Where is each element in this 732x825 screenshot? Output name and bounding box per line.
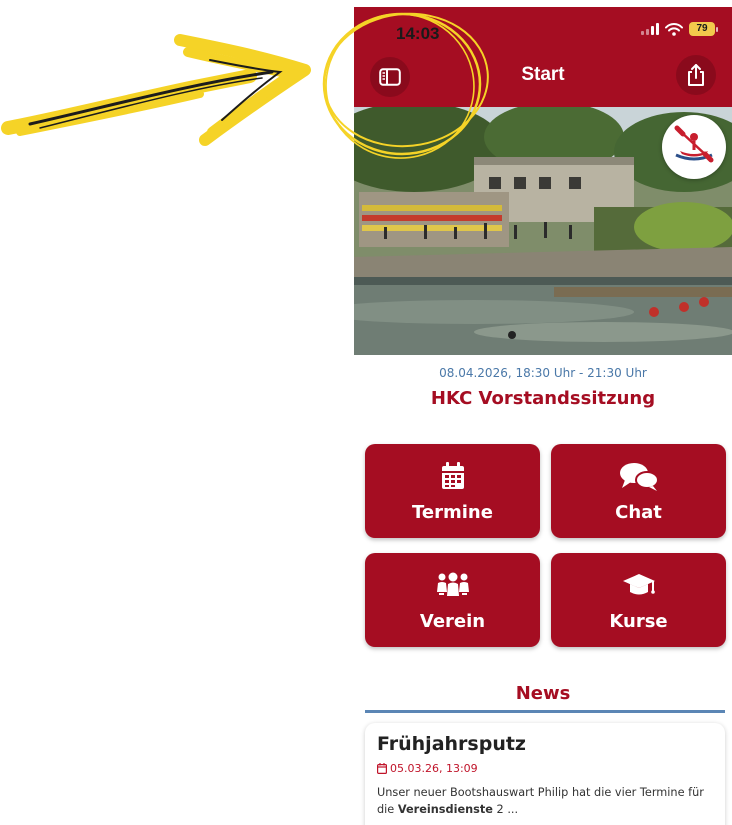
share-icon: [688, 64, 704, 86]
status-bar: 14:03 79: [354, 7, 732, 49]
calendar-icon: [441, 461, 464, 489]
news-date-row: 05.03.26, 13:09: [377, 762, 713, 775]
screenshot-canvas: 14:03 79 Start 08.04.2026, 18:30 Uhr - 2…: [0, 0, 732, 825]
kurse-tile[interactable]: Kurse: [551, 553, 726, 647]
news-snippet: Unser neuer Bootshauswart Philip hat die…: [377, 786, 704, 816]
chat-label: Chat: [615, 501, 662, 523]
verein-tile[interactable]: Verein: [365, 553, 540, 647]
graduation-cap-icon: [622, 573, 655, 594]
annotation-arrow: [1, 34, 311, 146]
verein-label: Verein: [419, 610, 486, 632]
battery-level: 79: [689, 22, 715, 36]
kurse-label: Kurse: [609, 610, 668, 632]
share-button[interactable]: [676, 55, 716, 95]
calendar-small-icon: [377, 763, 387, 774]
chat-icon: [619, 462, 659, 491]
users-icon: [436, 572, 469, 596]
news-heading: News: [515, 683, 571, 704]
wifi-icon: [665, 22, 683, 36]
phone-screen: 14:03 79 Start 08.04.2026, 18:30 Uhr - 2…: [354, 7, 732, 825]
news-date: 05.03.26, 13:09: [390, 762, 478, 775]
kayak-logo-icon: [674, 125, 714, 163]
status-time: 14:03: [396, 24, 440, 43]
event-title[interactable]: HKC Vorstandssitzung: [354, 388, 732, 409]
news-card[interactable]: Frühjahrsputz 05.03.26, 13:09 Unser neue…: [365, 723, 725, 825]
news-divider: [365, 710, 725, 713]
app-header: 14:03 79 Start: [354, 7, 732, 107]
battery-icon: 79: [689, 22, 718, 36]
event-date: 08.04.2026, 18:30 Uhr - 21:30 Uhr: [439, 366, 647, 380]
chat-tile[interactable]: Chat: [551, 444, 726, 538]
termine-tile[interactable]: Termine: [365, 444, 540, 538]
signal-icon: [641, 23, 659, 35]
news-title: Frühjahrsputz: [377, 733, 526, 755]
termine-label: Termine: [412, 501, 493, 523]
club-logo: [662, 115, 726, 179]
status-icons: 79: [641, 22, 718, 36]
